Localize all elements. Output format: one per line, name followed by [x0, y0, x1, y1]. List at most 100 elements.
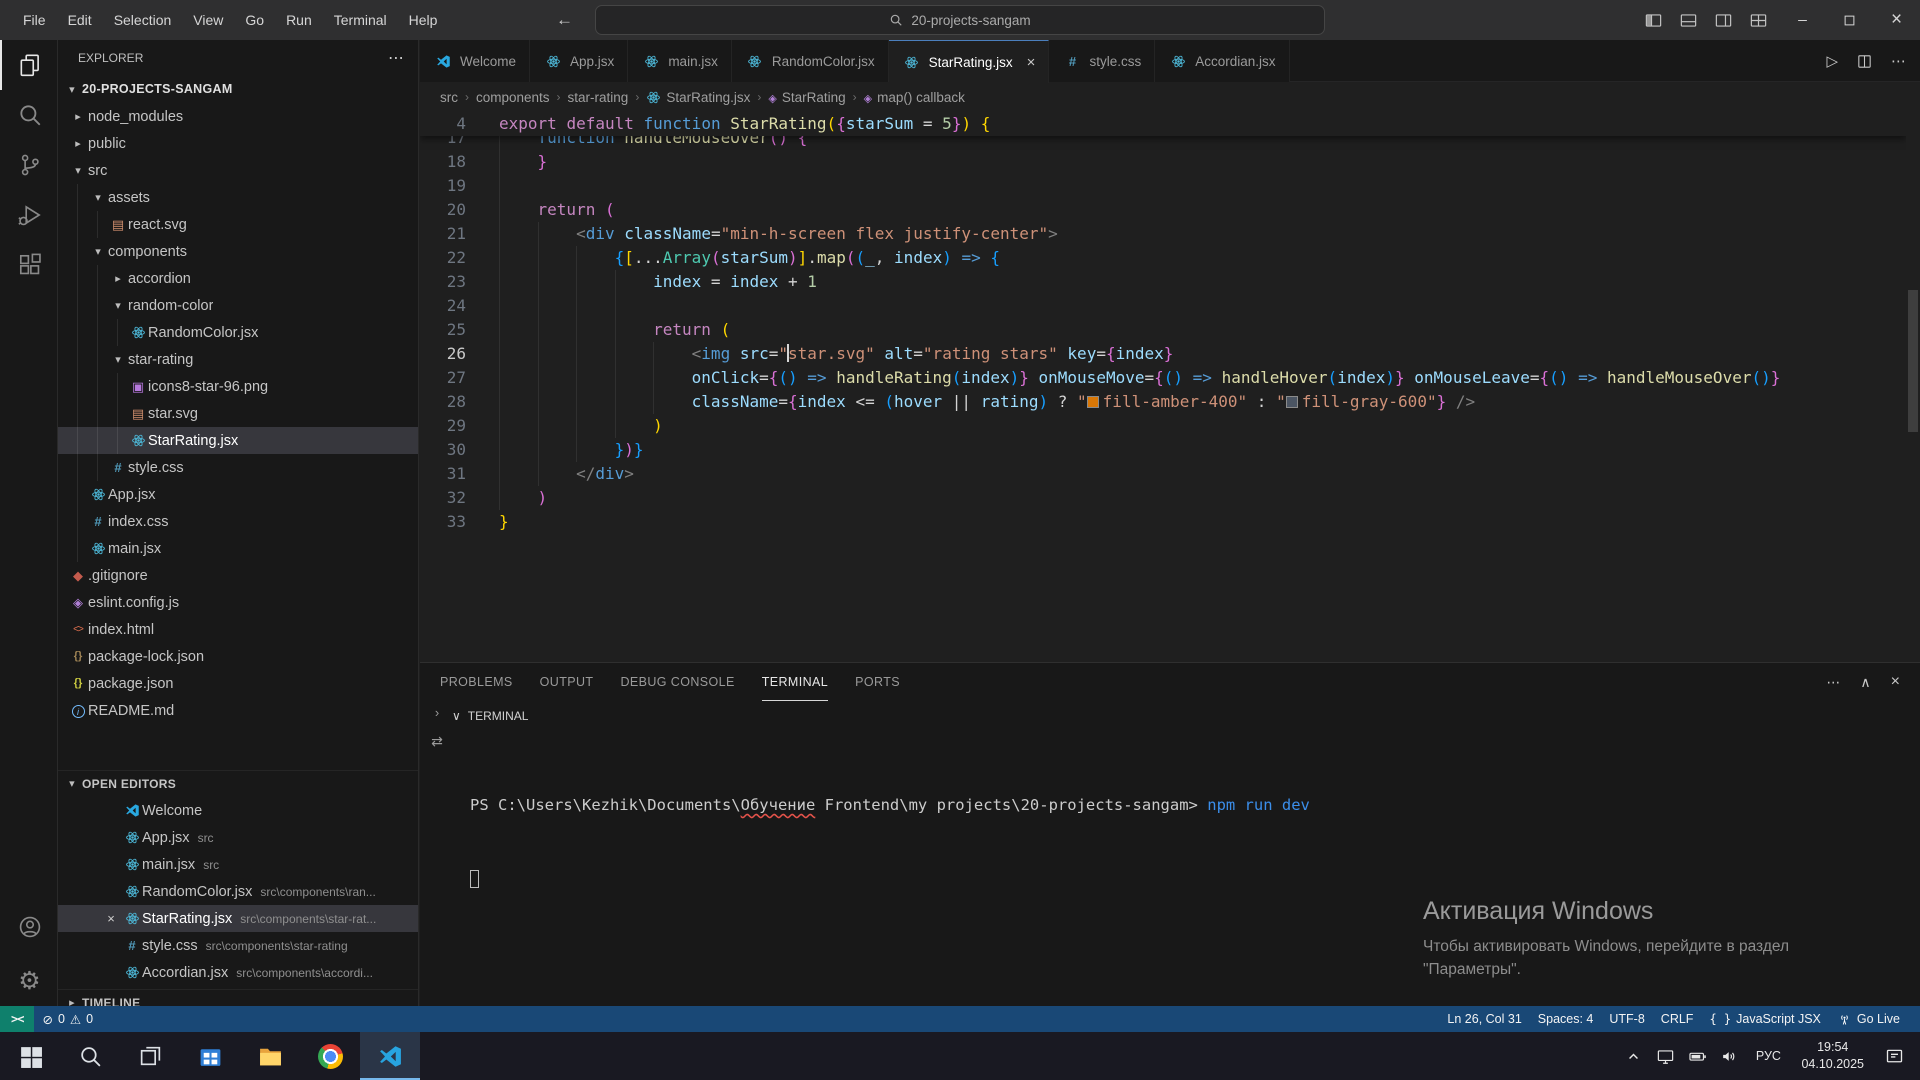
- menu-help[interactable]: Help: [398, 0, 449, 40]
- account-icon[interactable]: [0, 902, 57, 952]
- tab-style.css[interactable]: #style.css: [1049, 40, 1155, 82]
- customize-layout-icon[interactable]: [1749, 11, 1768, 30]
- explorer-more-icon[interactable]: ⋯: [388, 48, 404, 68]
- open-editor-style.css[interactable]: #style.csssrc\components\star-rating: [58, 932, 418, 959]
- action-center-icon[interactable]: [1874, 1032, 1914, 1080]
- tree-item-starrating.jsx[interactable]: StarRating.jsx: [58, 427, 418, 454]
- terminal-section-header[interactable]: ∨ TERMINAL: [452, 709, 528, 723]
- tab-starrating.jsx[interactable]: StarRating.jsx×: [889, 40, 1050, 83]
- breadcrumb-item-src[interactable]: src: [440, 90, 458, 105]
- taskbar-chrome-icon[interactable]: [300, 1032, 360, 1080]
- tree-item-random-color[interactable]: ▾random-color: [58, 292, 418, 319]
- problems-indicator[interactable]: ⊘ 0 ⚠ 0: [34, 1006, 101, 1032]
- explorer-icon[interactable]: [0, 40, 57, 90]
- open-editor-accordian.jsx[interactable]: Accordian.jsxsrc\components\accordi...: [58, 959, 418, 986]
- panel-maximize-icon[interactable]: ∧: [1860, 674, 1870, 691]
- run-debug-icon[interactable]: [0, 190, 57, 240]
- breadcrumb-item-starrating[interactable]: ◈StarRating: [768, 90, 845, 105]
- close-icon[interactable]: ×: [1027, 54, 1036, 71]
- battery-icon[interactable]: [1681, 1032, 1713, 1080]
- keyboard-language[interactable]: РУС: [1745, 1049, 1791, 1063]
- taskbar-search-app-icon[interactable]: [60, 1032, 120, 1080]
- panel-tab-ports[interactable]: PORTS: [855, 663, 900, 701]
- status-javascript-jsx[interactable]: { }JavaScript JSX: [1701, 1006, 1828, 1032]
- tree-item-star.svg[interactable]: ▤star.svg: [58, 400, 418, 427]
- status-utf-8[interactable]: UTF-8: [1601, 1006, 1652, 1032]
- open-editor-starrating.jsx[interactable]: ×StarRating.jsxsrc\components\star-rat..…: [58, 905, 418, 932]
- tree-item-node_modules[interactable]: ▸node_modules: [58, 103, 418, 130]
- tab-randomcolor.jsx[interactable]: RandomColor.jsx: [732, 40, 889, 82]
- menu-go[interactable]: Go: [234, 0, 275, 40]
- toggle-secondary-sidebar-icon[interactable]: [1714, 11, 1733, 30]
- tab-app.jsx[interactable]: App.jsx: [530, 40, 628, 82]
- relaunch-terminals-icon[interactable]: ⇄: [424, 733, 450, 750]
- more-actions-icon[interactable]: ⋯: [1891, 52, 1906, 70]
- toggle-sidebar-icon[interactable]: [1644, 11, 1663, 30]
- open-editor-welcome[interactable]: Welcome: [58, 797, 418, 824]
- editor-scrollbar[interactable]: [1908, 290, 1918, 432]
- minimize-icon[interactable]: [1779, 0, 1826, 40]
- taskbar-store-icon[interactable]: [180, 1032, 240, 1080]
- panel-tab-terminal[interactable]: TERMINAL: [762, 663, 828, 701]
- tree-item-star-rating[interactable]: ▾star-rating: [58, 346, 418, 373]
- status-crlf[interactable]: CRLF: [1653, 1006, 1702, 1032]
- panel-more-icon[interactable]: ⋯: [1826, 674, 1840, 691]
- search-sidebar-icon[interactable]: [0, 90, 57, 140]
- status-ln-26-col-31[interactable]: Ln 26, Col 31: [1439, 1006, 1529, 1032]
- breadcrumb-item-components[interactable]: components: [476, 90, 550, 105]
- close-icon[interactable]: ×: [100, 911, 122, 926]
- volume-icon[interactable]: [1713, 1032, 1745, 1080]
- maximize-icon[interactable]: [1826, 0, 1873, 40]
- tree-item-components[interactable]: ▾components: [58, 238, 418, 265]
- toggle-panel-icon[interactable]: [1679, 11, 1698, 30]
- tree-item-eslint.config.js[interactable]: ◈eslint.config.js: [58, 589, 418, 616]
- split-editor-icon[interactable]: [1856, 53, 1873, 70]
- panel-tab-debug-console[interactable]: DEBUG CONSOLE: [620, 663, 734, 701]
- tree-item-accordion[interactable]: ▸accordion: [58, 265, 418, 292]
- open-editor-main.jsx[interactable]: main.jsxsrc: [58, 851, 418, 878]
- command-center-search[interactable]: 20-projects-sangam: [595, 5, 1325, 35]
- tree-item-icons8-star-96.png[interactable]: ▣icons8-star-96.png: [58, 373, 418, 400]
- tree-item-index.css[interactable]: #index.css: [58, 508, 418, 535]
- taskbar-task-view-icon[interactable]: [120, 1032, 180, 1080]
- remote-indicator[interactable]: ><: [0, 1006, 34, 1032]
- menu-edit[interactable]: Edit: [57, 0, 103, 40]
- chevron-right-icon[interactable]: ›: [424, 705, 450, 720]
- tree-item-package.json[interactable]: {}package.json: [58, 670, 418, 697]
- extensions-icon[interactable]: [0, 240, 57, 290]
- tree-item-.gitignore[interactable]: ◆.gitignore: [58, 562, 418, 589]
- status-spaces-4[interactable]: Spaces: 4: [1530, 1006, 1602, 1032]
- tree-item-assets[interactable]: ▾assets: [58, 184, 418, 211]
- status-go-live[interactable]: Go Live: [1829, 1006, 1908, 1032]
- tab-welcome[interactable]: Welcome: [420, 40, 530, 82]
- breadcrumb-item-map() callback[interactable]: ◈map() callback: [864, 90, 965, 105]
- taskbar-file-explorer-icon[interactable]: [240, 1032, 300, 1080]
- open-editor-randomcolor.jsx[interactable]: RandomColor.jsxsrc\components\ran...: [58, 878, 418, 905]
- breadcrumb-item-star-rating[interactable]: star-rating: [568, 90, 629, 105]
- menu-file[interactable]: File: [12, 0, 57, 40]
- tree-item-randomcolor.jsx[interactable]: RandomColor.jsx: [58, 319, 418, 346]
- timeline-header[interactable]: ▸ TIMELINE: [58, 989, 418, 1006]
- tree-item-app.jsx[interactable]: App.jsx: [58, 481, 418, 508]
- panel-close-icon[interactable]: ×: [1891, 673, 1900, 691]
- hidden-icons-chevron-icon[interactable]: [1617, 1032, 1649, 1080]
- tree-item-index.html[interactable]: <>index.html: [58, 616, 418, 643]
- tree-item-main.jsx[interactable]: main.jsx: [58, 535, 418, 562]
- taskbar-vscode-app-icon[interactable]: [360, 1032, 420, 1080]
- panel-tab-problems[interactable]: PROBLEMS: [440, 663, 513, 701]
- menu-selection[interactable]: Selection: [103, 0, 183, 40]
- open-editor-app.jsx[interactable]: App.jsxsrc: [58, 824, 418, 851]
- settings-gear-icon[interactable]: ⚙: [0, 956, 57, 1006]
- taskbar-start-icon[interactable]: [0, 1032, 60, 1080]
- close-window-icon[interactable]: ×: [1873, 0, 1920, 40]
- menu-run[interactable]: Run: [275, 0, 323, 40]
- source-control-icon[interactable]: [0, 140, 57, 190]
- tree-item-public[interactable]: ▸public: [58, 130, 418, 157]
- menu-terminal[interactable]: Terminal: [323, 0, 398, 40]
- tab-accordian.jsx[interactable]: Accordian.jsx: [1155, 40, 1289, 82]
- panel-tab-output[interactable]: OUTPUT: [540, 663, 594, 701]
- breadcrumb-item-starrating.jsx[interactable]: StarRating.jsx: [646, 90, 750, 105]
- terminal-output[interactable]: PS C:\Users\Kezhik\Documents\Обучение Fr…: [470, 743, 1910, 943]
- taskbar-clock[interactable]: 19:54 04.10.2025: [1791, 1039, 1874, 1073]
- tree-item-style.css[interactable]: #style.css: [58, 454, 418, 481]
